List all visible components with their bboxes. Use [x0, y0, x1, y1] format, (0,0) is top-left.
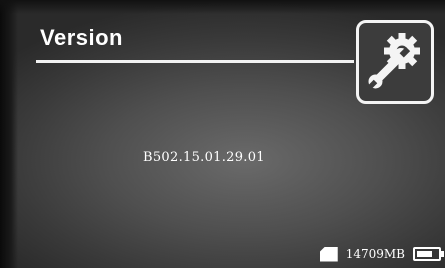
status-bar: 14709MB — [319, 244, 444, 264]
sd-card-icon — [319, 246, 338, 262]
device-screen: Version B502.15.01.29.01 14709MB — [0, 0, 445, 268]
screen-bezel-top — [0, 0, 445, 14]
page-title: Version — [40, 25, 123, 50]
battery-icon — [413, 247, 444, 261]
screen-bezel-left — [0, 0, 18, 268]
firmware-version-text: B502.15.01.29.01 — [143, 150, 265, 165]
settings-tools-icon — [356, 20, 434, 104]
memory-remaining: 14709MB — [345, 247, 405, 261]
battery-level-fill — [417, 251, 432, 257]
wrench-gear-icon — [367, 33, 420, 90]
title-divider — [36, 60, 354, 63]
